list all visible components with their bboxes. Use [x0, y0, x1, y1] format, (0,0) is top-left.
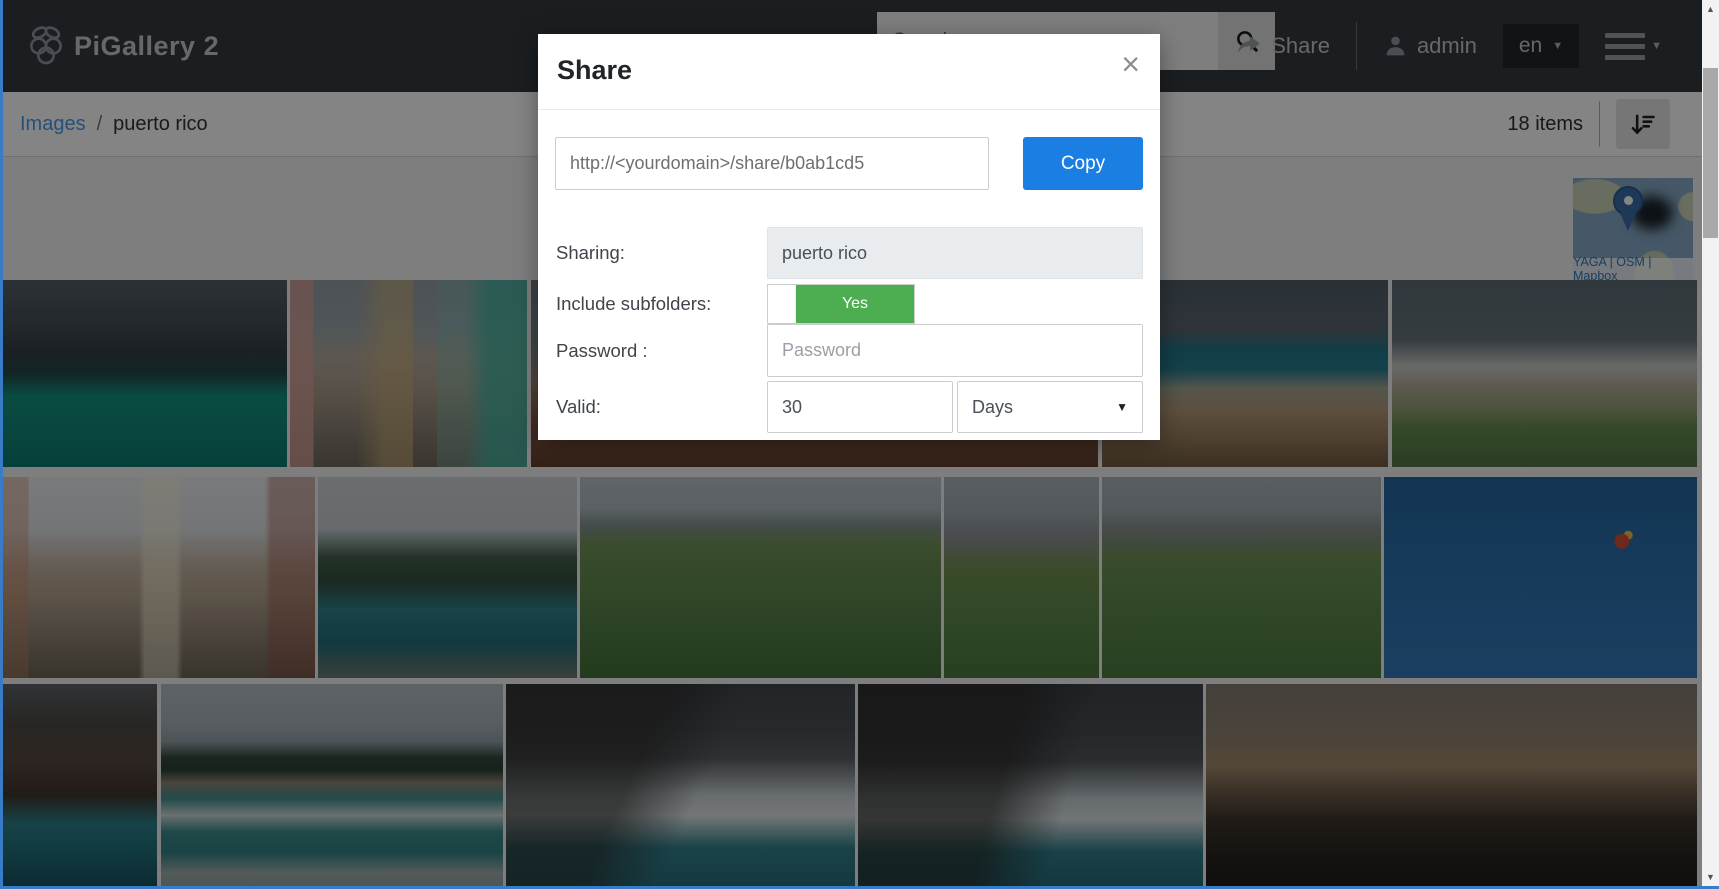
- scrollbar[interactable]: ▲ ▼: [1702, 0, 1719, 889]
- valid-amount-field[interactable]: [767, 381, 953, 433]
- valid-unit-select[interactable]: Days ▼: [957, 381, 1143, 433]
- sharing-label: Sharing:: [556, 227, 625, 279]
- valid-label: Valid:: [556, 381, 601, 433]
- include-subfolders-label: Include subfolders:: [556, 284, 711, 324]
- include-subfolders-toggle[interactable]: Yes: [767, 284, 915, 324]
- dialog-title: Share: [557, 55, 632, 86]
- password-field[interactable]: [767, 324, 1143, 377]
- valid-unit-value: Days: [972, 397, 1013, 418]
- scroll-down-icon[interactable]: ▼: [1702, 868, 1719, 886]
- close-icon[interactable]: ×: [1121, 48, 1140, 80]
- password-label: Password :: [556, 324, 648, 377]
- toggle-off-segment[interactable]: [768, 285, 796, 323]
- copy-button[interactable]: Copy: [1023, 137, 1143, 190]
- window-edge-left: [0, 0, 3, 889]
- dialog-header: Share ×: [538, 34, 1160, 110]
- share-url-input[interactable]: [555, 137, 989, 190]
- toggle-on-segment[interactable]: Yes: [796, 285, 914, 323]
- share-dialog: Share × Copy Sharing: Include subfolders…: [538, 34, 1160, 440]
- sharing-name-field: [767, 227, 1143, 279]
- scroll-up-icon[interactable]: ▲: [1702, 0, 1719, 18]
- scrollbar-thumb[interactable]: [1703, 68, 1718, 238]
- select-caret-icon: ▼: [1116, 400, 1128, 414]
